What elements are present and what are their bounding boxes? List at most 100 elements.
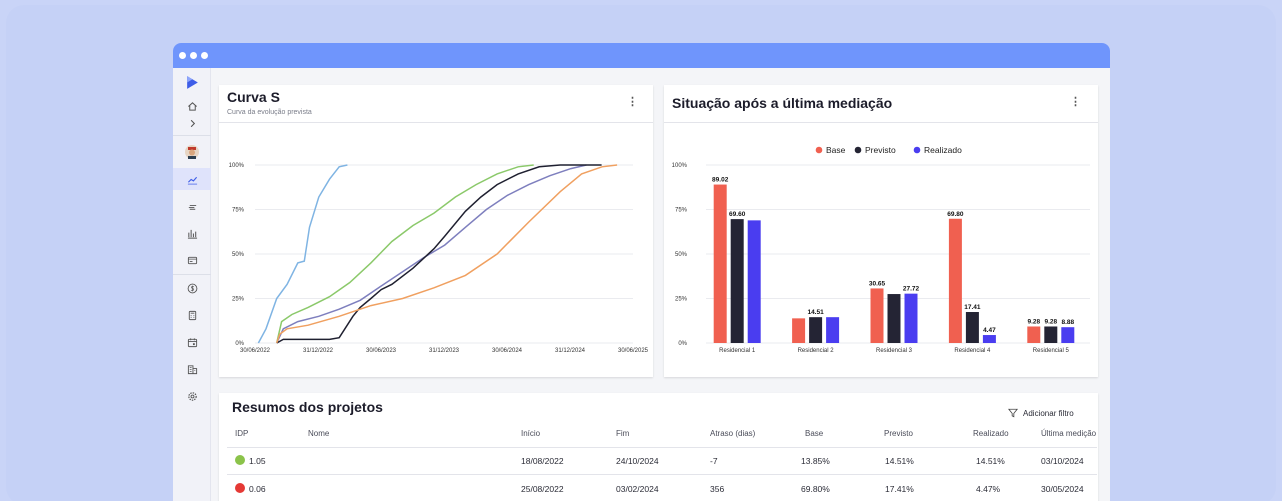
window-dot-icon [179, 52, 186, 59]
legend-label: Realizado [924, 145, 962, 155]
bar-base[interactable] [713, 184, 727, 343]
bar-chart-icon[interactable] [173, 222, 211, 244]
data-label: 17.41 [964, 304, 981, 311]
filter-icon [1008, 408, 1018, 418]
cell-realizado: 4.47% [976, 484, 1001, 494]
bar-realizado[interactable] [826, 317, 840, 343]
window-dot-icon [190, 52, 197, 59]
add-filter-label: Adicionar filtro [1023, 408, 1074, 418]
bar-previsto[interactable] [965, 312, 979, 343]
status-dot-icon [235, 455, 245, 465]
x-tick-label: 30/06/2023 [366, 348, 397, 354]
x-category-label: Residencial 4 [954, 348, 991, 354]
y-tick-label: 75% [675, 208, 688, 214]
data-label: 4.47 [983, 327, 996, 334]
data-label: 69.80 [947, 211, 964, 218]
avatar[interactable] [173, 141, 211, 163]
column-header[interactable]: Início [521, 429, 540, 438]
data-label: 14.51 [807, 309, 824, 316]
header-divider [227, 447, 1097, 448]
x-tick-label: 31/12/2023 [429, 348, 460, 354]
y-tick-label: 25% [232, 297, 245, 303]
chevron-right-icon[interactable] [173, 112, 211, 134]
line-chart-icon[interactable] [173, 168, 211, 190]
legend-swatch [913, 146, 921, 154]
legend-label: Base [826, 145, 846, 155]
cell-idp: 1.05 [249, 456, 266, 466]
legend-item[interactable]: Previsto [854, 145, 896, 155]
cell-base: 13.85% [801, 456, 830, 466]
cell-fim: 24/10/2024 [616, 456, 659, 466]
data-label: 9.28 [1027, 318, 1040, 325]
legend-swatch [854, 146, 862, 154]
bar-base[interactable] [948, 218, 962, 343]
curva-s-card: Curva S Curva da evolução prevista ⋮ 0% 2… [219, 85, 653, 377]
add-filter-button[interactable]: Adicionar filtro [1008, 408, 1074, 418]
resumos-card: Resumos dos projetos Adicionar filtro ID… [219, 393, 1098, 501]
column-header[interactable]: Base [805, 429, 823, 438]
legend-item[interactable]: Base [815, 145, 846, 155]
bar-base[interactable] [792, 318, 806, 343]
settings-icon[interactable] [173, 385, 211, 407]
text-lines-icon[interactable] [173, 195, 211, 217]
bar-base[interactable] [870, 288, 884, 343]
window-dot-icon [201, 52, 208, 59]
bar-base[interactable] [1027, 326, 1041, 343]
data-label: 89.02 [712, 177, 729, 184]
cell-previsto: 17.41% [885, 484, 914, 494]
legend-item[interactable]: Realizado [913, 145, 962, 155]
column-header[interactable]: Previsto [884, 429, 913, 438]
y-tick-label: 0% [235, 341, 244, 347]
data-label: 9.28 [1044, 318, 1057, 325]
data-label: 69.60 [729, 211, 746, 218]
bar-realizado[interactable] [982, 335, 996, 343]
logo-icon[interactable] [173, 71, 211, 93]
window-titlebar [173, 43, 1110, 68]
cell-inicio: 18/08/2022 [521, 456, 564, 466]
sidebar [173, 68, 211, 501]
dollar-icon[interactable] [173, 277, 211, 299]
bar-realizado[interactable] [1061, 327, 1075, 343]
building-icon[interactable] [173, 358, 211, 380]
legend-label: Previsto [865, 145, 896, 155]
x-tick-label: 31/12/2024 [555, 348, 586, 354]
status-dot-icon [235, 483, 245, 493]
cell-atraso: -7 [710, 456, 718, 466]
bar-previsto[interactable] [809, 317, 823, 343]
cell-atraso: 356 [710, 484, 725, 494]
data-label: 30.65 [869, 280, 886, 287]
column-header[interactable]: Fim [616, 429, 629, 438]
calculator-icon[interactable] [173, 304, 211, 326]
data-label: 27.72 [903, 286, 920, 293]
x-tick-label: 30/06/2024 [492, 348, 523, 354]
situacao-card: Situação após a última mediação ⋮ Base Pr… [664, 85, 1098, 377]
row-divider [227, 474, 1097, 475]
column-header[interactable]: Última medição [1041, 429, 1096, 438]
cell-ultima: 03/10/2024 [1041, 456, 1084, 466]
x-tick-label: 31/12/2022 [303, 348, 334, 354]
column-header[interactable]: Atraso (dias) [710, 429, 755, 438]
y-tick-label: 100% [229, 163, 245, 169]
x-category-label: Residencial 1 [719, 348, 756, 354]
bar-previsto[interactable] [730, 219, 744, 343]
x-category-label: Residencial 2 [798, 348, 835, 354]
y-tick-label: 0% [678, 341, 687, 347]
cell-ultima: 30/05/2024 [1041, 484, 1084, 494]
column-header[interactable]: IDP [235, 429, 248, 438]
cell-base: 69.80% [801, 484, 830, 494]
bar-realizado[interactable] [747, 220, 761, 343]
cell-realizado: 14.51% [976, 456, 1005, 466]
bar-realizado[interactable] [904, 293, 918, 343]
data-label: 8.88 [1061, 319, 1074, 326]
column-header[interactable]: Nome [308, 429, 329, 438]
card-icon[interactable] [173, 249, 211, 271]
legend-swatch [815, 146, 823, 154]
y-tick-label: 25% [675, 297, 688, 303]
calendar-icon[interactable] [173, 331, 211, 353]
bar-previsto[interactable] [887, 294, 901, 343]
sidebar-divider [173, 135, 211, 136]
bar-previsto[interactable] [1044, 326, 1058, 343]
sidebar-divider [173, 274, 211, 275]
column-header[interactable]: Realizado [973, 429, 1009, 438]
y-tick-label: 50% [232, 252, 245, 258]
